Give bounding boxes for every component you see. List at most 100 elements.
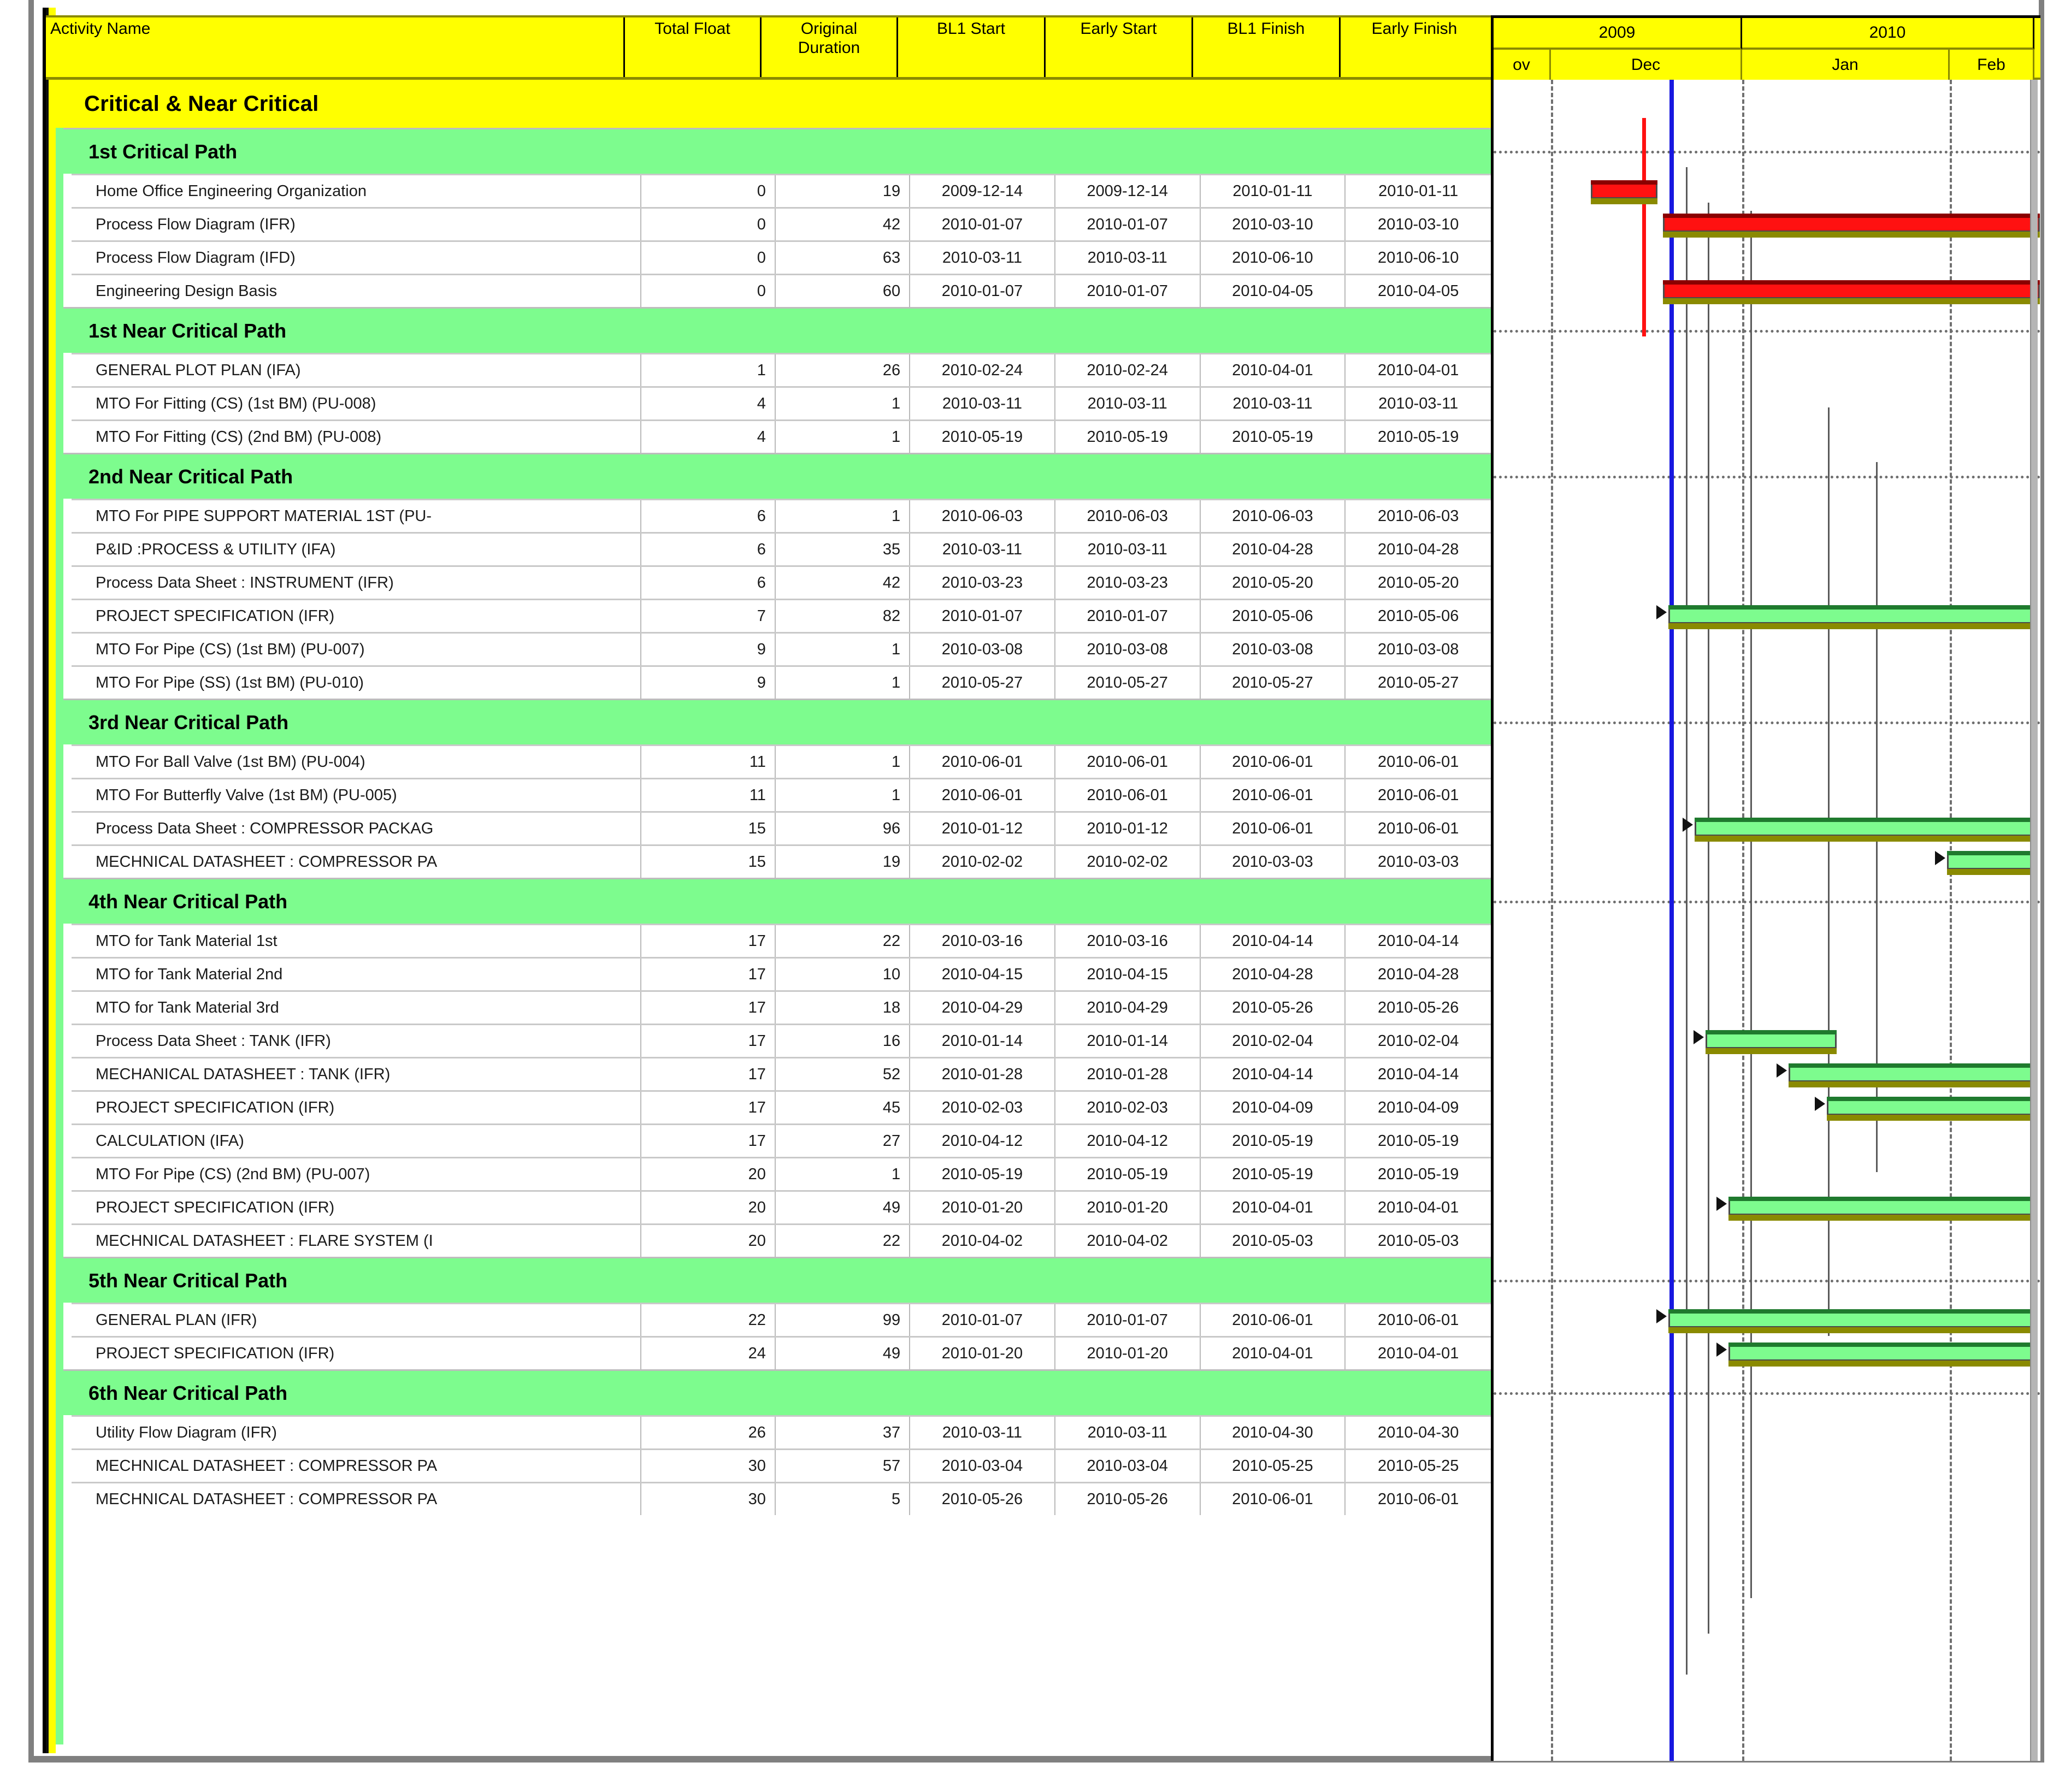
table-row[interactable]: MTO For Fitting (CS) (1st BM) (PU-008) 4 1…	[72, 386, 1491, 419]
table-row[interactable]: CALCULATION (IFA) 17 27 2010-04-12 2010-04-1…	[72, 1123, 1491, 1157]
cell-bl1_finish: 2010-02-04	[1201, 1025, 1346, 1057]
cell-bl1_start: 2010-06-01	[910, 779, 1055, 811]
column-header-bl1_start[interactable]: BL1 Start	[898, 17, 1046, 77]
cell-duration: 18	[776, 992, 911, 1024]
timescale-month: Dec	[1551, 50, 1742, 80]
gantt-bar[interactable]	[1728, 1197, 2034, 1221]
cell-duration: 96	[776, 813, 911, 844]
title-band[interactable]: Critical & Near Critical	[56, 80, 1491, 128]
column-header-early_start[interactable]: Early Start	[1046, 17, 1193, 77]
table-row[interactable]: MTO For Pipe (CS) (2nd BM) (PU-007) 20 1 20…	[72, 1157, 1491, 1190]
cell-early_finish: 2010-04-30	[1377, 1423, 1459, 1441]
table-row[interactable]: MTO For Fitting (CS) (2nd BM) (PU-008) 4 1…	[72, 419, 1491, 453]
column-header-bl1_finish[interactable]: BL1 Finish	[1193, 17, 1341, 77]
table-row[interactable]: MECHNICAL DATASHEET : COMPRESSOR PA 30 57 2…	[72, 1448, 1491, 1482]
cell-duration: 49	[776, 1192, 911, 1223]
cell-early_finish: 2010-04-05	[1377, 282, 1459, 300]
table-row[interactable]: PROJECT SPECIFICATION (IFR) 17 45 2010-02-0…	[72, 1090, 1491, 1123]
column-header-name[interactable]: Activity Name	[46, 17, 625, 77]
baseline-bar	[1706, 1048, 1837, 1054]
table-row[interactable]: MECHNICAL DATASHEET : COMPRESSOR PA 30 5 20…	[72, 1482, 1491, 1515]
gantt-bar[interactable]	[1789, 1063, 2034, 1087]
table-row[interactable]: MECHANICAL DATASHEET : TANK (IFR) 17 52 201…	[72, 1057, 1491, 1090]
group-header-2[interactable]: 1st Near Critical Path	[63, 307, 1491, 353]
cell-name: MTO For Pipe (CS) (1st BM) (PU-007)	[72, 634, 641, 665]
group-header-3[interactable]: 2nd Near Critical Path	[63, 453, 1491, 499]
cell-total_float: 0	[641, 242, 776, 274]
table-row[interactable]: MTO For Pipe (CS) (1st BM) (PU-007) 9 1 201…	[72, 632, 1491, 665]
table-row[interactable]: GENERAL PLAN (IFR) 22 99 2010-01-07 2010-01-…	[72, 1303, 1491, 1336]
cell-early_finish: 2010-06-10	[1377, 249, 1459, 267]
gantt-bar[interactable]	[1668, 605, 2034, 629]
gantt-bar[interactable]	[1663, 280, 2040, 304]
cell-bl1_finish: 2010-04-01	[1201, 1192, 1346, 1223]
gantt-bar[interactable]	[1695, 818, 2034, 842]
cell-duration: 22	[776, 925, 911, 957]
cell-bl1_start: 2010-01-12	[910, 813, 1055, 844]
group-header-5[interactable]: 4th Near Critical Path	[63, 878, 1491, 924]
table-row[interactable]: MTO for Tank Material 1st 17 22 2010-03-16 2…	[72, 924, 1491, 957]
table-row[interactable]: MTO for Tank Material 2nd 17 10 2010-04-15 2…	[72, 957, 1491, 990]
table-row[interactable]: Utility Flow Diagram (IFR) 26 37 2010-03-11…	[72, 1415, 1491, 1448]
dependency-arrow-icon	[1935, 851, 1945, 865]
gantt-bar[interactable]	[1706, 1030, 1837, 1054]
table-row[interactable]: MECHNICAL DATASHEET : COMPRESSOR PA 15 19 2…	[72, 844, 1491, 878]
cell-early_finish: 2010-04-09	[1377, 1098, 1459, 1116]
timescale-header: 2009 2010 ov Dec Jan Feb	[1494, 15, 2040, 80]
table-row[interactable]: MECHNICAL DATASHEET : FLARE SYSTEM (I 20 2…	[72, 1223, 1491, 1257]
table-row[interactable]: PROJECT SPECIFICATION (IFR) 7 82 2010-01-07…	[72, 599, 1491, 632]
cell-name: MTO For PIPE SUPPORT MATERIAL 1ST (PU-	[72, 500, 641, 532]
cell-bl1_finish: 2010-05-03	[1201, 1225, 1346, 1257]
table-row[interactable]: GENERAL PLOT PLAN (IFA) 1 26 2010-02-24 2010…	[72, 353, 1491, 386]
cell-name: CALCULATION (IFA)	[72, 1125, 641, 1157]
cell-bl1_start: 2010-03-16	[910, 925, 1055, 957]
table-row[interactable]: Engineering Design Basis 0 60 2010-01-07 201…	[72, 274, 1491, 307]
row-gridline	[1494, 476, 2040, 478]
table-row[interactable]: MTO for Tank Material 3rd 17 18 2010-04-29 2…	[72, 990, 1491, 1024]
cell-early_start: 2010-05-19	[1055, 421, 1201, 453]
column-header-early_finish[interactable]: Early Finish	[1341, 17, 1488, 77]
table-row[interactable]: Process Data Sheet : TANK (IFR) 17 16 2010-…	[72, 1024, 1491, 1057]
table-row[interactable]: MTO For Ball Valve (1st BM) (PU-004) 11 1 2…	[72, 744, 1491, 778]
gantt-bar[interactable]	[1728, 1342, 2034, 1367]
table-row[interactable]: MTO For PIPE SUPPORT MATERIAL 1ST (PU- 6 1…	[72, 499, 1491, 532]
table-row[interactable]: Process Flow Diagram (IFR) 0 42 2010-01-07 2…	[72, 207, 1491, 240]
cell-early_start: 2010-03-16	[1055, 925, 1201, 957]
gantt-bar[interactable]	[1663, 214, 2040, 238]
gantt-bar[interactable]	[1591, 180, 1657, 204]
table-row[interactable]: Process Data Sheet : COMPRESSOR PACKAG 15…	[72, 811, 1491, 844]
cell-early_finish: 2010-05-26	[1377, 998, 1459, 1016]
cell-total_float: 9	[641, 667, 776, 699]
table-row[interactable]: PROJECT SPECIFICATION (IFR) 20 49 2010-01-2…	[72, 1190, 1491, 1223]
cell-bl1_start: 2009-12-14	[910, 175, 1055, 207]
cell-total_float: 26	[641, 1417, 776, 1448]
group-header-7[interactable]: 6th Near Critical Path	[63, 1369, 1491, 1415]
table-row[interactable]: PROJECT SPECIFICATION (IFR) 24 49 2010-01-2…	[72, 1336, 1491, 1369]
table-row[interactable]: MTO For Pipe (SS) (1st BM) (PU-010) 9 1 201…	[72, 665, 1491, 699]
table-row[interactable]: Process Data Sheet : INSTRUMENT (IFR) 6 42…	[72, 565, 1491, 599]
gantt-bar[interactable]	[1827, 1097, 2034, 1121]
table-row[interactable]: Home Office Engineering Organization 0 19 2…	[72, 174, 1491, 207]
cell-bl1_finish: 2010-03-03	[1201, 846, 1346, 878]
gantt-bar[interactable]	[1668, 1309, 2034, 1333]
gantt-bar[interactable]	[1947, 851, 2034, 875]
cell-name: Engineering Design Basis	[72, 275, 641, 307]
column-header-duration[interactable]: Original Duration	[762, 17, 898, 77]
group-header-1[interactable]: 1st Critical Path	[63, 128, 1491, 174]
cell-bl1_start: 2010-04-12	[910, 1125, 1055, 1157]
table-row[interactable]: MTO For Butterfly Valve (1st BM) (PU-005…	[72, 778, 1491, 811]
column-header-total_float[interactable]: Total Float	[625, 17, 762, 77]
group-header-4[interactable]: 3rd Near Critical Path	[63, 699, 1491, 744]
cell-total_float: 15	[641, 846, 776, 878]
vertical-scrollbar[interactable]	[2030, 80, 2038, 1761]
table-row[interactable]: P&ID :PROCESS & UTILITY (IFA) 6 35 2010-03-…	[72, 532, 1491, 565]
cell-bl1_finish: 2010-04-01	[1201, 1338, 1346, 1369]
cell-name: GENERAL PLAN (IFR)	[72, 1304, 641, 1336]
cell-name: MTO For Fitting (CS) (1st BM) (PU-008)	[72, 388, 641, 419]
table-row[interactable]: Process Flow Diagram (IFD) 0 63 2010-03-11 2…	[72, 240, 1491, 274]
group-header-6[interactable]: 5th Near Critical Path	[63, 1257, 1491, 1303]
baseline-bar	[1663, 298, 2040, 304]
cell-duration: 82	[776, 600, 911, 632]
gantt-body[interactable]	[1494, 80, 2040, 1761]
dependency-link	[1686, 167, 1688, 1675]
